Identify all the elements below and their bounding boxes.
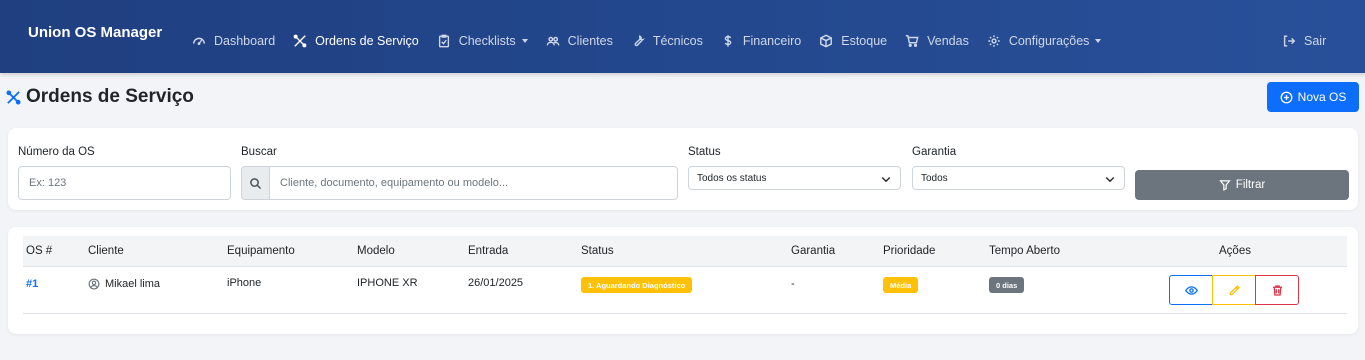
cliente-name: Mikael lima <box>105 278 161 290</box>
nav-estoque-label: Estoque <box>841 34 888 48</box>
cart-icon <box>905 34 919 48</box>
status-label: Status <box>688 146 721 158</box>
trash-icon <box>1272 284 1282 296</box>
col-modelo: Modelo <box>357 245 395 257</box>
tools-icon <box>6 89 21 105</box>
row-divider <box>23 313 1347 314</box>
filter-button-label: Filtrar <box>1235 179 1266 191</box>
new-os-label: Nova OS <box>1297 90 1347 104</box>
top-navbar: Union OS Manager Dashboard Ordens de Ser… <box>0 0 1365 73</box>
wrench-icon <box>631 34 645 48</box>
tools-icon <box>293 34 307 48</box>
nav-financeiro-label: Financeiro <box>742 34 802 48</box>
nav-configuracoes-label: Configurações <box>1008 34 1090 48</box>
page-title: Ordens de Serviço <box>6 86 194 108</box>
buscar-label: Buscar <box>241 146 277 158</box>
chevron-down-icon <box>881 177 891 183</box>
nav-tecnicos[interactable]: Técnicos <box>631 34 703 48</box>
eye-icon <box>1184 285 1198 295</box>
edit-button[interactable] <box>1212 275 1256 305</box>
filters-card: Número da OS Ex: 123 Buscar Cliente, doc… <box>8 128 1358 210</box>
person-circle-icon <box>88 278 100 290</box>
search-input[interactable]: Cliente, documento, equipamento ou model… <box>269 166 678 200</box>
gauge-icon <box>192 34 206 48</box>
col-equipamento: Equipamento <box>227 245 295 257</box>
nav-clientes[interactable]: Clientes <box>546 34 613 48</box>
col-entrada: Entrada <box>468 245 509 257</box>
nav-vendas[interactable]: Vendas <box>905 34 969 48</box>
nav-tecnicos-label: Técnicos <box>652 34 703 48</box>
garantia-select-value: Todos <box>921 172 948 184</box>
col-tempo-aberto: Tempo Aberto <box>989 245 1060 257</box>
nav-ordens-de-servico[interactable]: Ordens de Serviço <box>293 34 419 48</box>
col-status: Status <box>581 245 614 257</box>
cliente-cell: Mikael lima <box>88 278 160 290</box>
nav-configuracoes[interactable]: Configurações <box>987 34 1102 48</box>
nav-checklists[interactable]: Checklists <box>437 34 528 48</box>
chevron-down-icon <box>521 39 528 43</box>
priority-badge: Média <box>883 277 919 293</box>
nav-vendas-label: Vendas <box>927 34 969 48</box>
col-prioridade: Prioridade <box>883 245 936 257</box>
plus-circle-icon <box>1280 91 1293 103</box>
table-header: OS # Cliente Equipamento Modelo Entrada … <box>23 236 1347 267</box>
nav-financeiro[interactable]: Financeiro <box>721 34 801 48</box>
dollar-icon <box>721 34 735 48</box>
status-badge: 1. Aguardando Diagnóstico <box>581 277 693 293</box>
nav-checklists-label: Checklists <box>458 34 516 48</box>
filter-button[interactable]: Filtrar <box>1135 170 1349 200</box>
garantia-label: Garantia <box>912 146 957 158</box>
delete-button[interactable] <box>1255 275 1299 305</box>
entrada-cell: 26/01/2025 <box>468 277 524 289</box>
main-nav: Dashboard Ordens de Serviço Checklists C… <box>192 34 1119 48</box>
gear-icon <box>987 34 1001 48</box>
col-garantia: Garantia <box>791 245 836 257</box>
col-cliente: Cliente <box>88 245 124 257</box>
search-addon <box>241 166 270 200</box>
status-select-value: Todos os status <box>697 172 767 184</box>
app-brand[interactable]: Union OS Manager <box>28 24 162 41</box>
logout-icon <box>1283 35 1296 47</box>
pencil-icon <box>1229 284 1240 295</box>
numero-label: Número da OS <box>18 146 95 158</box>
view-button[interactable] <box>1169 275 1213 305</box>
chevron-down-icon <box>1095 39 1102 43</box>
col-acoes: Ações <box>1219 245 1251 257</box>
nav-estoque[interactable]: Estoque <box>819 34 887 48</box>
garantia-cell: - <box>791 278 795 290</box>
new-os-button[interactable]: Nova OS <box>1267 82 1359 112</box>
search-icon <box>250 177 262 189</box>
os-number-link[interactable]: #1 <box>26 278 38 290</box>
chevron-down-icon <box>1105 177 1115 183</box>
status-select[interactable]: Todos os status <box>688 166 901 190</box>
numero-os-input[interactable]: Ex: 123 <box>18 166 231 200</box>
page-title-text: Ordens de Serviço <box>26 86 194 107</box>
garantia-select[interactable]: Todos <box>912 166 1125 190</box>
nav-dashboard-label: Dashboard <box>214 34 276 48</box>
clipboard-icon <box>437 34 451 48</box>
nav-dashboard[interactable]: Dashboard <box>192 34 275 48</box>
modelo-cell: IPHONE XR <box>357 277 418 289</box>
logout-button[interactable]: Sair <box>1282 34 1326 48</box>
people-icon <box>546 34 560 48</box>
funnel-icon <box>1219 180 1231 191</box>
orders-table-card: OS # Cliente Equipamento Modelo Entrada … <box>8 227 1358 334</box>
equipamento-cell: iPhone <box>227 277 262 289</box>
box-icon <box>819 34 833 48</box>
nav-clientes-label: Clientes <box>567 34 613 48</box>
col-os: OS # <box>26 245 53 257</box>
nav-ordens-label: Ordens de Serviço <box>315 34 419 48</box>
logout-label: Sair <box>1304 34 1327 48</box>
open-time-badge: 0 dias <box>989 277 1025 293</box>
